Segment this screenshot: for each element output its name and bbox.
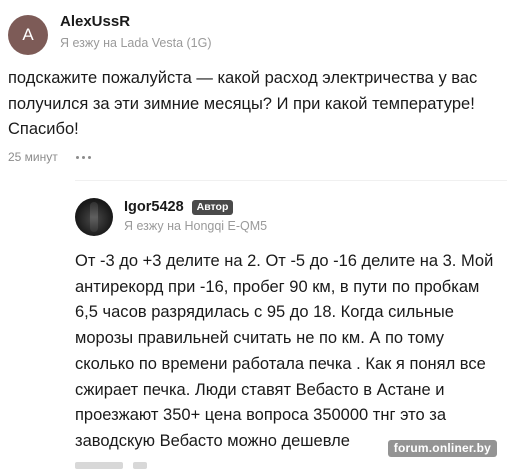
comment-author[interactable]: AlexUssR: [60, 13, 130, 30]
more-dots-icon[interactable]: [75, 155, 91, 159]
comment-time[interactable]: 25 минут: [8, 150, 58, 164]
reply-meta-cutoff: [75, 462, 147, 469]
avatar[interactable]: A: [8, 15, 48, 55]
reply-avatar[interactable]: [75, 198, 113, 236]
comment-text: подскажите пожалуйста — какой расход эле…: [8, 69, 478, 138]
reply-author-car: Я езжу на Hongqi E-QM5: [124, 219, 268, 233]
site-watermark: forum.onliner.by: [387, 440, 497, 457]
author-badge: Автор: [191, 199, 234, 215]
page: A AlexUssR Я езжу на Lada Vesta (1G) под…: [0, 0, 507, 469]
reply-author[interactable]: Igor5428: [124, 199, 184, 215]
comment-author-car: Я езжу на Lada Vesta (1G): [60, 36, 212, 50]
comment-meta: 25 минут: [8, 150, 91, 164]
reply-author-row: Igor5428 Автор: [124, 199, 234, 215]
reply-divider: [75, 180, 507, 181]
avatar-letter: A: [22, 25, 34, 44]
reply-text: От -3 до +3 делите на 2. От -5 до -16 де…: [75, 252, 494, 450]
